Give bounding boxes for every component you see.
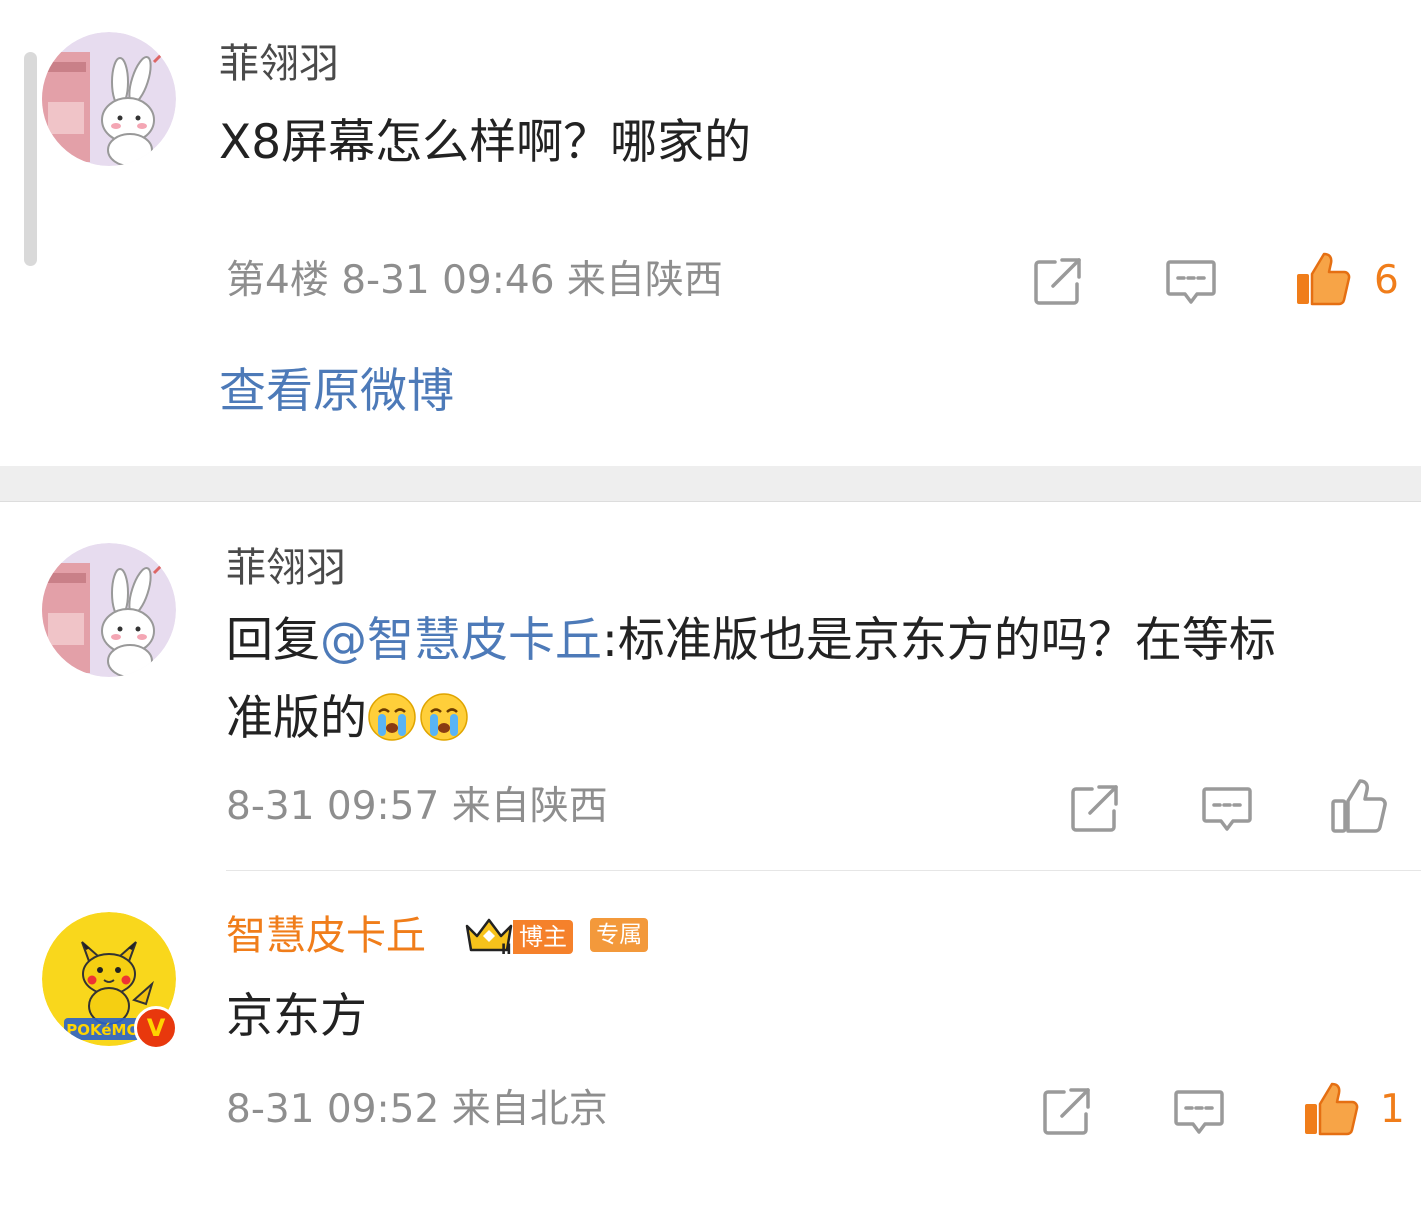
username[interactable]: 菲翎羽 bbox=[226, 544, 346, 592]
reply-body-continued: 准版的 bbox=[226, 691, 367, 746]
reply-body: :标准版也是京东方的吗？在等标 bbox=[602, 613, 1276, 668]
comment-meta: 8-31 09:57 来自陕西 bbox=[226, 784, 608, 829]
verified-badge: V bbox=[134, 1006, 178, 1050]
blogger-badge: II 博主 bbox=[463, 914, 573, 956]
avatar-bunny[interactable] bbox=[42, 32, 176, 166]
comment-meta: 第4楼 8-31 09:46 来自陕西 bbox=[226, 258, 723, 303]
section-divider bbox=[0, 466, 1421, 502]
share-icon[interactable] bbox=[1068, 781, 1122, 835]
comment-text: 京东方 bbox=[226, 989, 367, 1044]
share-icon[interactable] bbox=[1040, 1084, 1094, 1138]
comment-icon[interactable] bbox=[1200, 783, 1254, 837]
username-text: 智慧皮卡丘 bbox=[226, 913, 426, 959]
username[interactable]: 智慧皮卡丘 bbox=[226, 912, 426, 960]
crying-face-emoji bbox=[368, 693, 416, 741]
comment-meta: 8-31 09:52 来自北京 bbox=[226, 1087, 608, 1132]
exclusive-badge: 专属 bbox=[590, 918, 649, 952]
reply-prefix: 回复 bbox=[226, 613, 320, 668]
like-icon-active[interactable] bbox=[1294, 250, 1352, 308]
like-icon-active[interactable] bbox=[1302, 1080, 1360, 1138]
username[interactable]: 菲翎羽 bbox=[219, 40, 339, 88]
user-badges: II 博主 专属 bbox=[463, 914, 649, 958]
bunny-avatar-image bbox=[42, 32, 176, 166]
view-original-weibo-link[interactable]: 查看原微博 bbox=[219, 364, 454, 420]
avatar-bunny[interactable] bbox=[42, 543, 176, 677]
bunny-avatar-image bbox=[42, 543, 176, 677]
avatar-pikachu-wrapper[interactable]: POKéMON V bbox=[42, 912, 182, 1052]
comment-icon[interactable] bbox=[1172, 1086, 1226, 1140]
crown-icon: II bbox=[465, 918, 513, 956]
crying-face-emoji bbox=[420, 693, 468, 741]
scrollbar[interactable] bbox=[24, 52, 37, 266]
like-count: 1 bbox=[1380, 1087, 1405, 1132]
svg-text:II: II bbox=[501, 942, 511, 956]
comment-icon[interactable] bbox=[1164, 256, 1218, 310]
blogger-label: 博主 bbox=[513, 920, 573, 954]
comment-text: X8屏幕怎么样啊？哪家的 bbox=[219, 115, 752, 170]
reply-text: 回复@智慧皮卡丘:标准版也是京东方的吗？在等标 准版的 bbox=[226, 602, 1406, 758]
mention-link[interactable]: @智慧皮卡丘 bbox=[320, 613, 602, 668]
reply-divider bbox=[226, 870, 1421, 871]
share-icon[interactable] bbox=[1031, 254, 1085, 308]
like-icon[interactable] bbox=[1330, 777, 1388, 835]
like-count: 6 bbox=[1374, 258, 1399, 303]
